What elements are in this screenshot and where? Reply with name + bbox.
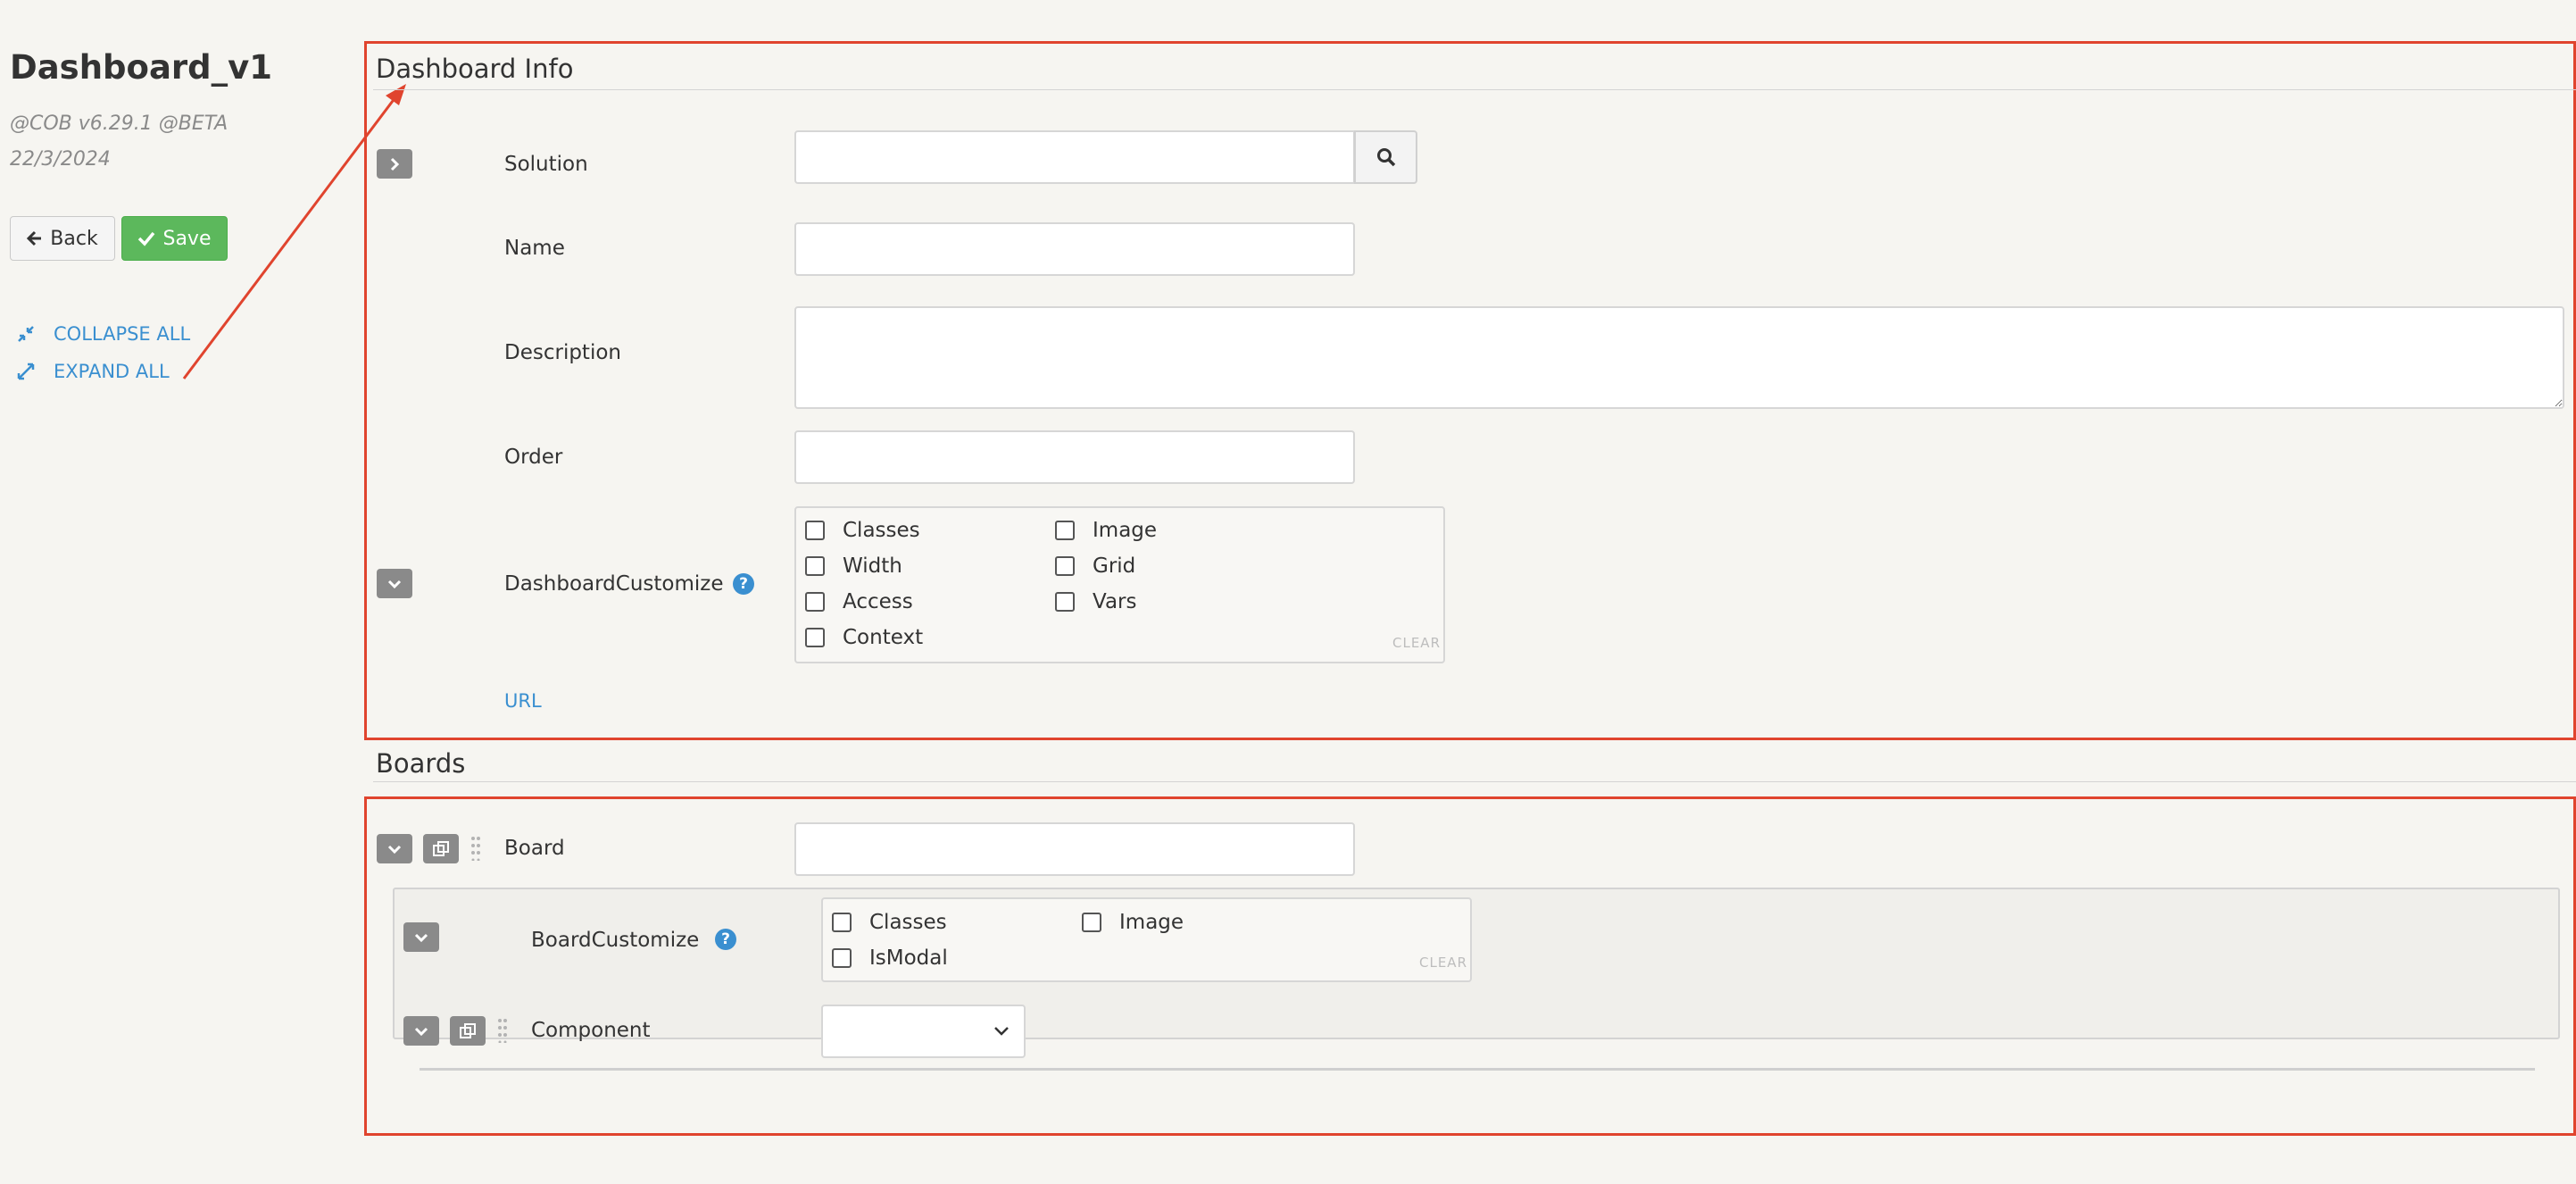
back-label: Back <box>50 227 98 250</box>
chevron-down-icon <box>414 1027 428 1036</box>
page-title: Dashboard_v1 <box>10 48 273 87</box>
chevron-down-icon <box>994 1027 1009 1036</box>
checkbox[interactable] <box>805 556 825 576</box>
option-label: Image <box>1093 519 1158 542</box>
board-input[interactable] <box>794 822 1355 876</box>
grip-icon[interactable] <box>498 1018 507 1043</box>
copy-icon <box>433 840 449 856</box>
dashboard-customize-toggle[interactable] <box>377 569 412 598</box>
option-grid[interactable]: Grid <box>1055 554 1135 578</box>
option-image[interactable]: Image <box>1055 519 1157 542</box>
chevron-right-icon <box>390 157 400 171</box>
solution-input[interactable] <box>794 130 1355 184</box>
clear-button[interactable]: CLEAR <box>1392 635 1441 651</box>
order-input[interactable] <box>794 430 1355 484</box>
component-select[interactable] <box>821 1005 1026 1058</box>
arrow-left-icon <box>27 230 42 246</box>
search-icon <box>1376 148 1395 167</box>
save-label: Save <box>162 227 212 250</box>
solution-label: Solution <box>504 153 588 176</box>
collapse-all-link[interactable]: COLLAPSE ALL <box>16 323 190 345</box>
board-option-ismodal[interactable]: IsModal <box>832 946 948 970</box>
solution-search-button[interactable] <box>1354 130 1417 184</box>
expand-icon <box>17 363 35 380</box>
compress-icon <box>18 326 34 342</box>
chevron-down-icon <box>414 933 428 942</box>
option-label: Context <box>843 626 924 649</box>
checkbox[interactable] <box>1055 592 1075 612</box>
component-collapse-toggle[interactable] <box>403 1016 439 1046</box>
checkbox[interactable] <box>1082 913 1101 932</box>
boards-heading: Boards <box>376 748 466 779</box>
boards-divider <box>373 781 2576 782</box>
back-button[interactable]: Back <box>10 216 115 261</box>
option-label: Classes <box>869 911 947 934</box>
option-label: Image <box>1119 911 1184 934</box>
board-customize-toggle[interactable] <box>403 922 439 952</box>
board-copy-button[interactable] <box>423 834 459 863</box>
option-vars[interactable]: Vars <box>1055 590 1136 613</box>
chevron-down-icon <box>387 845 402 854</box>
checkbox[interactable] <box>1055 556 1075 576</box>
name-input[interactable] <box>794 222 1355 276</box>
option-label: Classes <box>843 519 920 542</box>
option-label: Vars <box>1093 590 1137 613</box>
board-collapse-toggle[interactable] <box>377 834 412 863</box>
clear-button[interactable]: CLEAR <box>1419 955 1467 971</box>
expand-all-link[interactable]: EXPAND ALL <box>16 361 170 382</box>
checkbox[interactable] <box>832 913 852 932</box>
order-label: Order <box>504 446 563 469</box>
description-label: Description <box>504 341 621 364</box>
option-classes[interactable]: Classes <box>805 519 920 542</box>
dashboard-info-heading: Dashboard Info <box>376 54 574 84</box>
copy-icon <box>460 1022 476 1038</box>
board-subpanel <box>393 888 2560 1039</box>
checkbox[interactable] <box>1055 521 1075 540</box>
board-option-classes[interactable]: Classes <box>832 911 947 934</box>
checkbox[interactable] <box>805 628 825 647</box>
option-context[interactable]: Context <box>805 626 923 649</box>
component-divider <box>420 1068 2535 1071</box>
dashboard-info-divider <box>373 89 2576 90</box>
chevron-down-icon <box>387 579 402 588</box>
help-icon[interactable]: ? <box>733 573 754 595</box>
option-width[interactable]: Width <box>805 554 902 578</box>
version-text: @COB v6.29.1 @BETA <box>10 113 229 135</box>
expand-all-label: EXPAND ALL <box>54 361 170 382</box>
option-label: Access <box>843 590 913 613</box>
checkbox[interactable] <box>832 948 852 968</box>
checkbox[interactable] <box>805 592 825 612</box>
date-text: 22/3/2024 <box>10 148 111 171</box>
board-label: Board <box>504 837 565 860</box>
component-label: Component <box>531 1019 651 1042</box>
board-customize-label: BoardCustomize <box>531 929 700 952</box>
collapse-all-label: COLLAPSE ALL <box>54 323 191 345</box>
option-access[interactable]: Access <box>805 590 913 613</box>
option-label: Grid <box>1093 554 1136 578</box>
option-label: Width <box>843 554 902 578</box>
option-label: IsModal <box>869 946 948 970</box>
board-option-image[interactable]: Image <box>1082 911 1184 934</box>
check-icon <box>138 231 155 246</box>
solution-expand-toggle[interactable] <box>377 149 412 179</box>
dashboard-customize-label: DashboardCustomize <box>504 572 724 596</box>
checkbox[interactable] <box>805 521 825 540</box>
component-copy-button[interactable] <box>450 1016 486 1046</box>
description-textarea[interactable] <box>794 306 2564 409</box>
help-icon[interactable]: ? <box>715 929 736 950</box>
name-label: Name <box>504 237 565 260</box>
save-button[interactable]: Save <box>121 216 228 261</box>
grip-icon[interactable] <box>471 836 480 861</box>
url-link[interactable]: URL <box>504 690 542 712</box>
